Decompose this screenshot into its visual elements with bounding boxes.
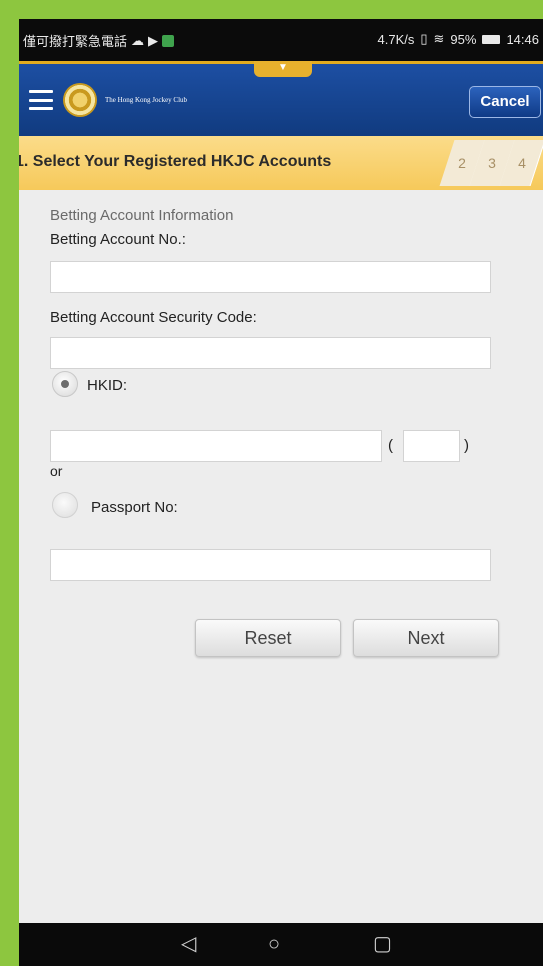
cancel-button[interactable]: Cancel bbox=[469, 86, 541, 118]
status-right: 4.7K/s ▯ ≋ 95% 14:46 bbox=[378, 31, 540, 47]
radio-selected-dot bbox=[61, 380, 69, 388]
hkid-label: HKID: bbox=[87, 377, 128, 394]
play-icon: ▶ bbox=[148, 32, 159, 48]
carrier-text: 僅可撥打緊急電話 bbox=[23, 34, 128, 49]
hkjc-logo bbox=[63, 83, 97, 117]
hkid-radio[interactable] bbox=[52, 371, 78, 397]
battery-icon bbox=[482, 34, 501, 44]
reset-button[interactable]: Reset bbox=[195, 619, 341, 657]
current-step-title: 1. Select Your Registered HKJC Accounts bbox=[19, 153, 332, 170]
club-name: The Hong Kong Jockey Club bbox=[105, 96, 188, 104]
app-header: ▼ The Hong Kong Jockey Club Cancel bbox=[19, 61, 543, 139]
status-bar: 僅可撥打緊急電話 ☁ ▶ 4.7K/s ▯ ≋ 95% 14:46 bbox=[19, 19, 543, 61]
android-nav-bar: ◁ ○ ▢ bbox=[19, 923, 543, 966]
header-dropdown-tab[interactable]: ▼ bbox=[254, 61, 312, 77]
network-speed: 4.7K/s bbox=[377, 31, 415, 47]
hkid-input[interactable] bbox=[50, 430, 382, 462]
passport-input[interactable] bbox=[50, 549, 491, 581]
back-icon[interactable]: ◁ bbox=[181, 934, 196, 954]
wifi-icon: ≋ bbox=[433, 31, 445, 46]
vibrate-icon: ▯ bbox=[420, 31, 428, 46]
security-code-input[interactable] bbox=[50, 337, 491, 369]
cloud-icon: ☁ bbox=[131, 32, 145, 48]
paren-close: ) bbox=[464, 437, 469, 454]
battery-percent: 95% bbox=[450, 31, 477, 47]
account-no-input[interactable] bbox=[50, 261, 491, 293]
phone-screen: 僅可撥打緊急電話 ☁ ▶ 4.7K/s ▯ ≋ 95% 14:46 ▼ The … bbox=[19, 19, 543, 966]
next-button[interactable]: Next bbox=[353, 619, 499, 657]
clock: 14:46 bbox=[506, 31, 539, 47]
account-no-label: Betting Account No.: bbox=[50, 231, 186, 248]
home-icon[interactable]: ○ bbox=[268, 934, 280, 954]
hkid-check-digit-input[interactable] bbox=[403, 430, 460, 462]
app-notification-icon bbox=[162, 34, 175, 47]
passport-radio[interactable] bbox=[52, 492, 78, 518]
or-label: or bbox=[50, 463, 63, 479]
paren-open: ( bbox=[388, 437, 393, 454]
status-left: 僅可撥打緊急電話 ☁ ▶ bbox=[23, 31, 175, 50]
security-code-label: Betting Account Security Code: bbox=[50, 309, 257, 326]
chevron-down-icon: ▼ bbox=[278, 62, 288, 73]
section-heading: Betting Account Information bbox=[50, 207, 234, 224]
passport-label: Passport No: bbox=[91, 499, 178, 516]
hamburger-menu-icon[interactable] bbox=[29, 90, 53, 110]
step-progress-bar: 1. Select Your Registered HKJC Accounts … bbox=[19, 136, 543, 190]
recent-apps-icon[interactable]: ▢ bbox=[373, 934, 392, 954]
